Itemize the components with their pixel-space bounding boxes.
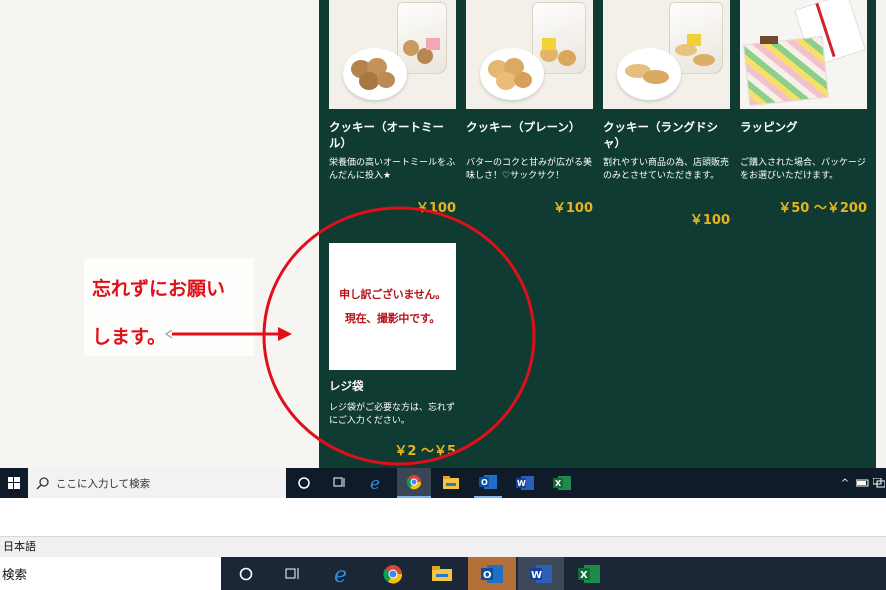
chevron-up-icon[interactable]: ^ bbox=[838, 468, 852, 498]
svg-text:e: e bbox=[334, 563, 347, 585]
word-icon[interactable]: W bbox=[518, 557, 564, 590]
battery-icon[interactable] bbox=[855, 468, 871, 498]
search-icon bbox=[36, 477, 49, 490]
word-icon[interactable]: W bbox=[511, 468, 539, 498]
blank-area bbox=[0, 498, 886, 536]
excel-icon[interactable]: X bbox=[574, 557, 604, 590]
taskbar-search-box[interactable]: ここに入力して検索 bbox=[28, 468, 286, 498]
screen: クッキー（オートミール） 栄養価の高いオートミールをふんだんに投入★ ￥100 … bbox=[0, 0, 886, 590]
annotation-overlay bbox=[165, 206, 536, 466]
taskbar-lower: 検索 e O W X bbox=[0, 557, 886, 590]
outlook-icon[interactable]: O bbox=[468, 557, 516, 590]
start-button[interactable] bbox=[0, 468, 28, 498]
file-explorer-icon[interactable] bbox=[427, 557, 457, 590]
taskbar-upper: ここに入力して検索 e O W X ^ bbox=[0, 468, 886, 498]
arrow-head-icon bbox=[278, 327, 292, 341]
svg-text:W: W bbox=[531, 570, 542, 581]
task-view-icon[interactable] bbox=[280, 557, 306, 590]
svg-text:e: e bbox=[370, 474, 380, 492]
cortana-icon[interactable] bbox=[292, 468, 316, 498]
taskbar-lower-icons: e O W X bbox=[221, 557, 886, 590]
file-explorer-icon[interactable] bbox=[438, 468, 464, 498]
cortana-icon[interactable] bbox=[233, 557, 259, 590]
search-placeholder: ここに入力して検索 bbox=[56, 477, 151, 490]
annotation-circle bbox=[262, 206, 536, 466]
svg-text:W: W bbox=[517, 479, 526, 488]
svg-text:X: X bbox=[580, 570, 588, 581]
network-icon[interactable] bbox=[872, 468, 886, 498]
excel-icon[interactable]: X bbox=[548, 468, 576, 498]
svg-text:O: O bbox=[481, 478, 488, 487]
edge-icon[interactable]: e bbox=[329, 557, 359, 590]
chrome-icon[interactable] bbox=[378, 557, 408, 590]
task-view-icon[interactable] bbox=[328, 468, 352, 498]
language-bar: 日本語 bbox=[0, 536, 886, 557]
chrome-icon[interactable] bbox=[397, 468, 431, 498]
svg-text:X: X bbox=[555, 479, 562, 488]
edge-icon[interactable]: e bbox=[365, 468, 391, 498]
windows-icon bbox=[8, 477, 20, 489]
svg-text:O: O bbox=[483, 570, 492, 581]
outlook-icon[interactable]: O bbox=[474, 468, 502, 498]
cursor-icon bbox=[165, 329, 173, 339]
taskbar-search-label[interactable]: 検索 bbox=[0, 557, 221, 590]
